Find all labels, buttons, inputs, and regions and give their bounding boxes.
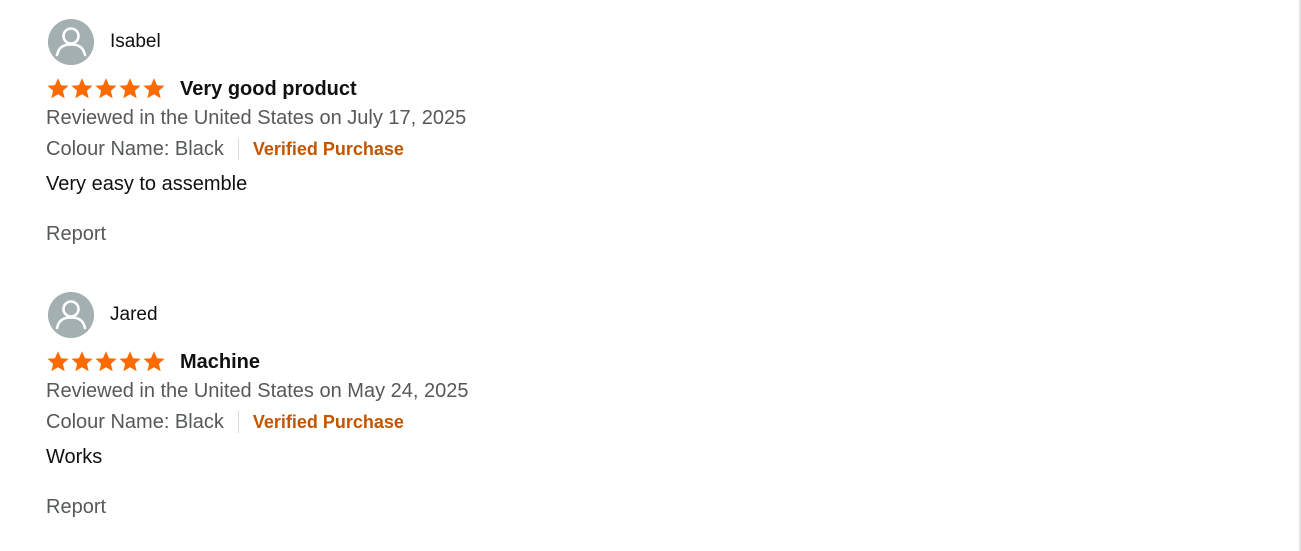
star-rating[interactable] [46, 77, 166, 101]
review-title[interactable]: Very good product [180, 77, 357, 101]
review-card: Isabel Very good product Reviewed in the… [46, 19, 1246, 246]
review-format-row: Colour Name: Black Verified Purchase [46, 409, 1246, 435]
report-link[interactable]: Report [46, 222, 106, 246]
star-icon [119, 351, 141, 372]
colour-name: Colour Name: Black [46, 411, 224, 433]
review-title-row: Very good product [46, 76, 1246, 102]
report-link[interactable]: Report [46, 495, 106, 519]
review-title[interactable]: Machine [180, 350, 260, 374]
star-icon [47, 78, 69, 99]
user-avatar-icon [48, 292, 94, 338]
star-icon [71, 78, 93, 99]
reviewer-name[interactable]: Jared [110, 305, 158, 325]
star-icon [95, 351, 117, 372]
verified-purchase-badge: Verified Purchase [252, 139, 404, 159]
review-card: Jared Machine Reviewed in the United Sta… [46, 292, 1246, 519]
star-icon [71, 351, 93, 372]
review-format-row: Colour Name: Black Verified Purchase [46, 136, 1246, 162]
review-title-row: Machine [46, 349, 1246, 375]
star-icon [119, 78, 141, 99]
review-body: Very easy to assemble [46, 173, 248, 195]
user-avatar-icon [48, 19, 94, 65]
divider [237, 411, 239, 433]
reviewer-profile[interactable]: Isabel [48, 19, 1246, 65]
review-date: Reviewed in the United States on July 17… [46, 107, 467, 129]
colour-name: Colour Name: Black [46, 138, 224, 160]
star-icon [143, 78, 165, 99]
star-icon [95, 78, 117, 99]
verified-purchase-badge: Verified Purchase [252, 412, 404, 432]
star-icon [47, 351, 69, 372]
reviewer-profile[interactable]: Jared [48, 292, 1246, 338]
star-icon [143, 351, 165, 372]
review-body: Works [46, 446, 103, 468]
star-rating[interactable] [46, 350, 166, 374]
divider [237, 138, 239, 160]
review-date: Reviewed in the United States on May 24,… [46, 380, 469, 402]
reviewer-name[interactable]: Isabel [110, 32, 161, 52]
